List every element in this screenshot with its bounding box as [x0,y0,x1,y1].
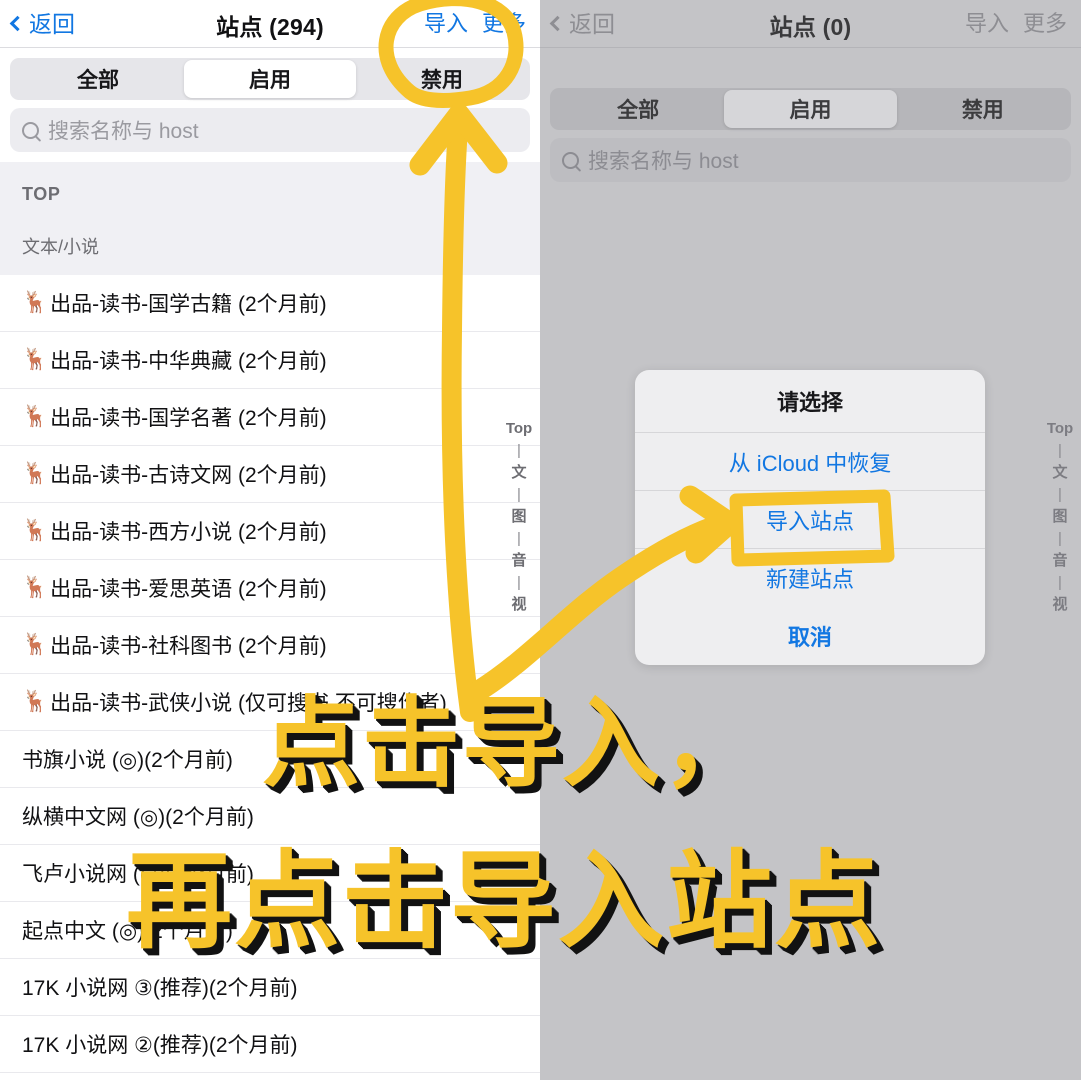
search-input[interactable]: 搜索名称与 host [10,108,530,152]
deer-icon: 🦌 [22,690,49,713]
search-placeholder: 搜索名称与 host [48,120,199,143]
index-entry[interactable]: 音 [1052,550,1067,572]
right-nav-actions: 导入 更多 [965,9,1067,39]
deer-icon: 🦌 [22,291,49,314]
index-separator: | [517,486,521,503]
list-item-label: 书旗小说 (◎)(2个月前) [22,749,233,772]
list-item-label: 出品-读书-爱思英语 (2个月前) [50,578,327,601]
index-strip[interactable]: Top | 文 | 图 | 音 | 视 [504,418,534,616]
list-item-label: 出品-读书-古诗文网 (2个月前) [50,464,327,487]
caption-line-2: 再点击导入站点 [126,840,882,963]
list-item[interactable]: 🦌 出品-读书-国学古籍 (2个月前) [0,275,540,332]
dialog-item-import-site[interactable]: 导入站点 [635,491,985,549]
deer-icon: 🦌 [22,348,49,371]
import-button-right[interactable]: 导入 [965,9,1009,39]
list-item[interactable]: 🦌 出品-读书-西方小说 (2个月前) [0,503,540,560]
list-item[interactable]: 17K 小说网 ③(推荐)(2个月前) [0,959,540,1016]
list-item-label: 出品-读书-国学名著 (2个月前) [50,407,327,430]
index-entry[interactable]: 图 [1052,506,1067,528]
list-item-label: 出品-读书-国学古籍 (2个月前) [50,293,327,316]
index-entry[interactable]: 音 [511,550,526,572]
index-entry[interactable]: Top [1047,418,1073,440]
index-separator: | [1058,486,1062,503]
search-icon [22,121,39,139]
index-separator: | [1058,530,1062,547]
list-item-label: 出品-读书-中华典藏 (2个月前) [50,350,327,373]
list-item[interactable]: 🦌 出品-读书-古诗文网 (2个月前) [0,446,540,503]
right-spacer [540,48,1081,78]
index-separator: | [517,530,521,547]
segment-all-right[interactable]: 全部 [552,90,724,128]
list-item-label: 17K 小说网 ②(推荐)(2个月前) [22,1034,298,1057]
caption-line-1: 点击导入， [262,687,763,801]
left-nav-actions: 导入 更多 [424,9,526,39]
index-separator: | [1058,442,1062,459]
deer-icon: 🦌 [22,519,49,542]
search-placeholder-right: 搜索名称与 host [588,150,739,173]
dialog-cancel-button[interactable]: 取消 [635,607,985,665]
deer-icon: 🦌 [22,405,49,428]
index-entry[interactable]: Top [506,418,532,440]
list-item[interactable]: 17K 小说网 ②(推荐)(2个月前) [0,1016,540,1073]
list-item-label: 纵横中文网 (◎)(2个月前) [22,806,254,829]
more-button[interactable]: 更多 [482,9,526,39]
list-item[interactable]: 🦌 出品-读书-爱思英语 (2个月前) [0,560,540,617]
index-entry[interactable]: 文 [1052,462,1067,484]
action-sheet-dialog[interactable]: 请选择 从 iCloud 中恢复 导入站点 新建站点 取消 [635,370,985,665]
more-button-right[interactable]: 更多 [1023,9,1067,39]
list-item-label: 出品-读书-社科图书 (2个月前) [50,635,327,658]
search-icon [562,151,579,169]
index-entry[interactable]: 文 [511,462,526,484]
segment-disabled[interactable]: 禁用 [356,60,528,98]
index-separator: | [517,574,521,591]
deer-icon: 🦌 [22,633,49,656]
top-section-header: TOP 文本/小说 [0,162,540,275]
import-button[interactable]: 导入 [424,9,468,39]
index-separator: | [517,442,521,459]
top-label: TOP [22,184,61,204]
deer-icon: 🦌 [22,462,49,485]
dialog-item-new-site[interactable]: 新建站点 [635,549,985,607]
deer-icon: 🦌 [22,576,49,599]
list-item-label: 出品-读书-西方小说 (2个月前) [50,521,327,544]
list-item-label: 17K 小说网 ③(推荐)(2个月前) [22,977,298,1000]
segment-enabled-right[interactable]: 启用 [724,90,897,128]
index-entry[interactable]: 图 [511,506,526,528]
left-filter-segmented-control[interactable]: 全部 启用 禁用 [10,58,530,100]
segment-enabled[interactable]: 启用 [184,60,356,98]
dialog-item-restore-from-icloud[interactable]: 从 iCloud 中恢复 [635,433,985,491]
segment-all[interactable]: 全部 [12,60,184,98]
index-entry[interactable]: 视 [1052,594,1067,616]
right-filter-segmented-control[interactable]: 全部 启用 禁用 [550,88,1071,130]
dialog-title: 请选择 [635,370,985,433]
list-item[interactable]: 🦌 出品-读书-国学名著 (2个月前) [0,389,540,446]
category-label: 文本/小说 [22,237,100,257]
search-input-right[interactable]: 搜索名称与 host [550,138,1071,182]
index-strip-right[interactable]: Top | 文 | 图 | 音 | 视 [1045,418,1075,616]
index-entry[interactable]: 视 [511,594,526,616]
screenshot-root: 返回 站点 (294) 导入 更多 全部 启用 禁用 搜索名称与 host TO… [0,0,1081,1080]
left-navbar: 返回 站点 (294) 导入 更多 [0,0,540,48]
index-separator: | [1058,574,1062,591]
right-navbar: 返回 站点 (0) 导入 更多 [540,0,1081,48]
list-item[interactable]: 🦌 出品-读书-中华典藏 (2个月前) [0,332,540,389]
list-item[interactable]: 🦌 出品-读书-社科图书 (2个月前) [0,617,540,674]
segment-disabled-right[interactable]: 禁用 [897,90,1069,128]
